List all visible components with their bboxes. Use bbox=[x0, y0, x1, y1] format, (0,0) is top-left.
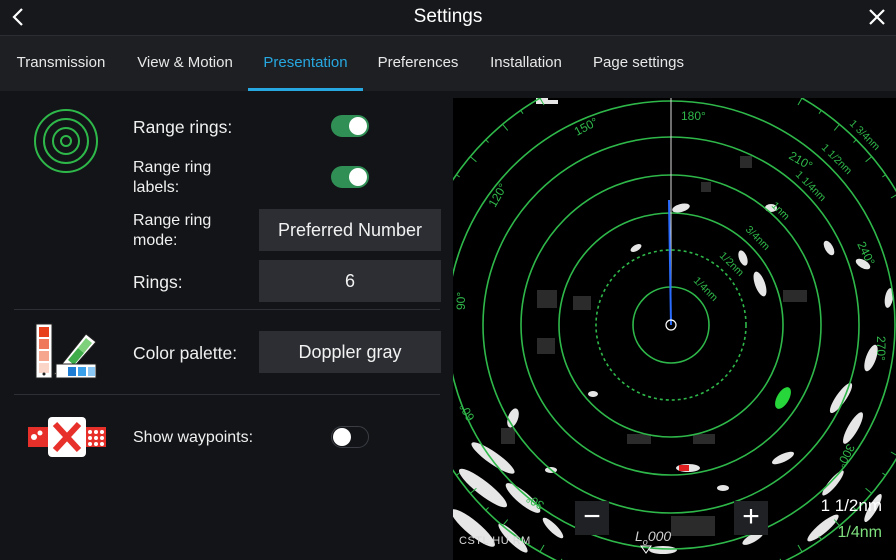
range-rings-toggle[interactable] bbox=[331, 115, 369, 137]
tab-view-motion[interactable]: View & Motion bbox=[130, 36, 240, 91]
range-ring-labels-label: Range ring labels: bbox=[133, 159, 212, 196]
bearing-tick bbox=[502, 123, 509, 131]
bearing-label: 270° bbox=[874, 336, 888, 361]
tab-transmission[interactable]: Transmission bbox=[10, 36, 112, 91]
bearing-tick bbox=[456, 472, 460, 476]
page-title: Settings bbox=[413, 6, 483, 27]
bearing-tick bbox=[865, 487, 873, 494]
doppler-target bbox=[775, 387, 791, 409]
bearing-tick bbox=[818, 110, 822, 114]
bearing-tick bbox=[890, 451, 896, 456]
toggle-knob bbox=[349, 117, 367, 135]
tab-page-settings[interactable]: Page settings bbox=[586, 36, 691, 91]
color-palette-icon bbox=[35, 323, 97, 379]
bearing-label: 300° bbox=[834, 442, 858, 471]
radar-display: 150° 180° 210° 120° 240° 90° 270° 60° 30… bbox=[453, 98, 896, 560]
heading-readout: Lo000 bbox=[635, 528, 672, 547]
divider bbox=[14, 394, 440, 395]
show-waypoints-toggle[interactable] bbox=[331, 426, 369, 448]
rings-label: Rings: bbox=[133, 272, 183, 292]
settings-panel: Range rings: Range ring labels: Range ri… bbox=[0, 91, 453, 560]
toggle-knob bbox=[333, 428, 351, 446]
ring-label: 1nm bbox=[769, 200, 792, 223]
bearing-tick bbox=[539, 544, 545, 553]
bearing-tick bbox=[797, 544, 803, 553]
bearing-tick bbox=[865, 156, 873, 163]
divider bbox=[14, 309, 440, 310]
radar-clutter bbox=[501, 156, 807, 536]
radar-preview[interactable]: 150° 180° 210° 120° 240° 90° 270° 60° 30… bbox=[453, 98, 896, 560]
bearing-tick bbox=[520, 110, 524, 114]
bearing-tick bbox=[469, 156, 477, 163]
waypoints-hidden-icon bbox=[28, 417, 106, 457]
tab-preferences[interactable]: Preferences bbox=[371, 36, 465, 91]
range-ring-labels-toggle[interactable] bbox=[331, 166, 369, 188]
bearing-tick bbox=[853, 139, 857, 143]
show-waypoints-label: Show waypoints: bbox=[133, 429, 254, 446]
range-rings-label: Range rings: bbox=[133, 117, 233, 137]
color-palette-select[interactable]: Doppler gray bbox=[259, 331, 441, 373]
tab-bar: Transmission View & Motion Presentation … bbox=[0, 36, 896, 91]
red-target bbox=[679, 465, 689, 471]
bearing-tick bbox=[890, 194, 896, 199]
bearing-tick bbox=[818, 536, 822, 540]
ring-label: 1 1/2nm bbox=[819, 142, 854, 177]
range-readout: 1 1/2nm bbox=[820, 496, 882, 515]
color-palette-label: Color palette: bbox=[133, 343, 238, 363]
range-rings-icon bbox=[34, 109, 98, 173]
ring-label: 3/4nm bbox=[743, 224, 772, 253]
close-icon[interactable] bbox=[866, 6, 888, 28]
bearing-tick bbox=[882, 472, 886, 476]
bearing-tick bbox=[456, 174, 460, 178]
toggle-knob bbox=[349, 168, 367, 186]
ring-interval-readout: 1/4nm bbox=[837, 524, 882, 541]
zoom-in-button[interactable]: + bbox=[734, 501, 768, 535]
tab-installation[interactable]: Installation bbox=[482, 36, 570, 91]
bearing-tick bbox=[502, 519, 509, 527]
title-bar: Settings bbox=[0, 0, 896, 36]
bearing-tick bbox=[485, 507, 489, 511]
heading-readout-value: 000 bbox=[647, 528, 672, 544]
bearing-label: 90° bbox=[454, 292, 468, 310]
bearing-tick bbox=[882, 174, 886, 178]
bearing-tick bbox=[833, 123, 840, 131]
bearing-label: 60° bbox=[456, 401, 477, 424]
bearing-tick bbox=[485, 139, 489, 143]
bearing-tick bbox=[797, 98, 803, 106]
range-ring-mode-label: Range ring mode: bbox=[133, 212, 212, 249]
ring-labels: 1 3/4nm 1 1/2nm 1 1/4nm 1nm 3/4nm 1/2nm … bbox=[691, 118, 882, 304]
ring-label: 1/4nm bbox=[691, 275, 720, 304]
range-ring-mode-select[interactable]: Preferred Number bbox=[259, 209, 441, 251]
bearing-label: 120° bbox=[485, 181, 510, 210]
tab-presentation[interactable]: Presentation bbox=[248, 36, 363, 91]
bearing-label: 150° bbox=[572, 115, 601, 139]
rings-value-field[interactable]: 6 bbox=[259, 260, 441, 302]
zoom-out-button[interactable]: − bbox=[575, 501, 609, 535]
radar-mode-readout: CSTL HU RM bbox=[459, 535, 531, 547]
bearing-label: 180° bbox=[681, 109, 706, 123]
